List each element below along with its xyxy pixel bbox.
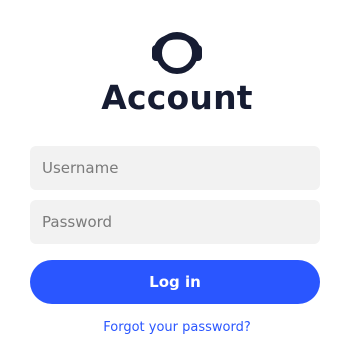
- login-button[interactable]: Log in: [30, 260, 320, 304]
- page-title: Account: [101, 78, 253, 117]
- password-input[interactable]: [30, 200, 320, 244]
- napster-logo-icon: [152, 32, 202, 74]
- username-input[interactable]: [30, 146, 320, 190]
- login-page: Account Log in Forgot your password?: [0, 0, 354, 361]
- forgot-password-link[interactable]: Forgot your password?: [0, 319, 354, 337]
